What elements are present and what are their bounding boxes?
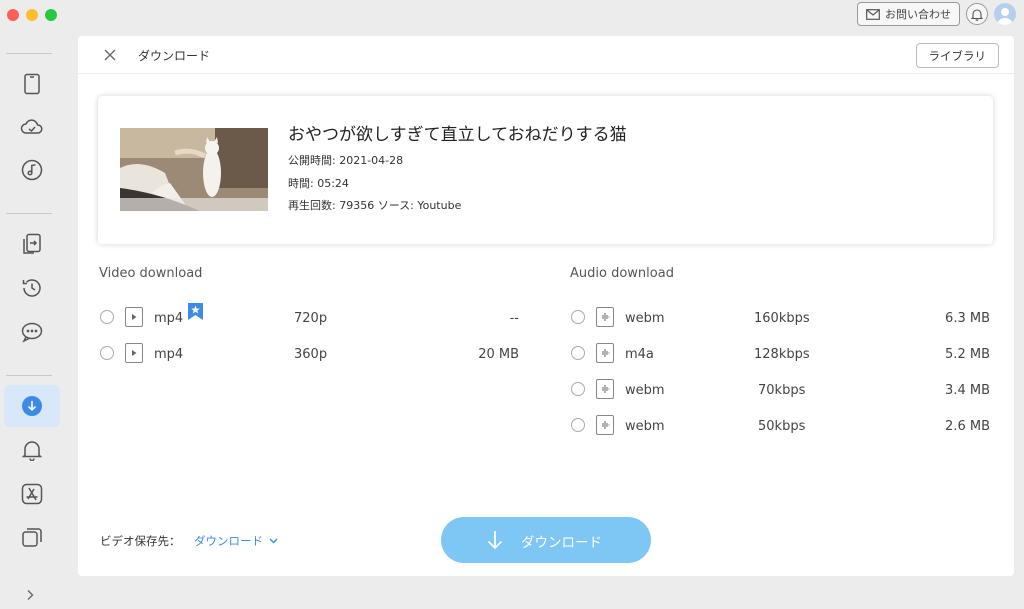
audio-size: 5.2 MB [945,347,990,362]
sidebar-item-transfer[interactable] [4,223,60,265]
save-location-label: ビデオ保存先： [100,534,181,548]
save-location-value: ダウンロード [194,534,263,548]
audio-format: webm [625,311,665,326]
audio-option-radio[interactable] [571,310,585,324]
panel-header: ダウンロード ライブラリ [78,36,1014,74]
window-controls [7,9,57,21]
audio-bitrate: 70kbps [758,383,806,398]
audio-size: 2.6 MB [945,419,990,434]
audio-size: 6.3 MB [945,311,990,326]
contact-label: お問い合わせ [885,8,951,21]
video-info-card: おやつが欲しすぎて直立しておねだりする猫 公開時間: 2021-04-28 時間… [98,96,993,244]
mail-icon [866,8,880,20]
recommended-badge-icon [188,303,203,320]
audio-format: webm [625,419,665,434]
audio-bitrate: 50kbps [758,419,806,434]
sidebar-item-music[interactable] [4,149,60,191]
video-size: -- [509,311,519,326]
audio-bitrate: 128kbps [754,347,810,362]
download-icon [22,396,42,416]
sidebar-item-cloud[interactable] [4,106,60,148]
audio-file-icon [596,379,614,399]
minimize-window-button[interactable] [26,9,38,21]
audio-size: 3.4 MB [945,383,990,398]
video-published: 公開時間: 2021-04-28 [288,154,404,167]
chevron-down-icon [269,538,278,544]
video-size: 20 MB [478,347,519,362]
sidebar-item-device[interactable] [4,63,60,105]
notification-button[interactable] [966,3,988,25]
video-thumbnail[interactable] [120,128,268,211]
video-download-heading: Video download [99,266,203,281]
transfer-icon [23,233,41,254]
bell-icon [22,441,42,461]
sidebar-divider [6,213,52,214]
audio-option-radio[interactable] [571,382,585,396]
audio-format: m4a [625,347,654,362]
video-views-source: 再生回数: 79356 ソース: Youtube [288,199,462,212]
video-file-icon [125,343,143,363]
layers-icon [22,528,42,547]
topbar-actions: お問い合わせ [857,2,1016,26]
video-format: mp4 [154,347,184,362]
audio-option-radio[interactable] [571,418,585,432]
music-icon [21,159,43,181]
audio-option-radio[interactable] [571,346,585,360]
sidebar-item-layers[interactable] [4,516,60,558]
close-window-button[interactable] [7,9,19,21]
video-format: mp4 [154,311,184,326]
video-file-icon [125,307,143,327]
expand-sidebar-chevron-icon[interactable] [25,589,35,601]
audio-file-icon [596,415,614,435]
contact-button[interactable]: お問い合わせ [857,2,960,26]
thumbnail-image [120,128,268,211]
page-title: ダウンロード [138,49,211,63]
download-panel: ダウンロード ライブラリ おやつが欲しすぎて直立しておねだりする猫 公開時間: … [78,36,1014,576]
video-title: おやつが欲しすぎて直立しておねだりする猫 [288,125,627,145]
download-button[interactable]: ダウンロード [441,517,651,563]
sidebar-divider [6,375,52,376]
download-button-label: ダウンロード [521,535,602,551]
library-button[interactable]: ライブラリ [915,43,999,68]
person-icon [997,8,1013,25]
video-quality: 720p [294,311,328,326]
sidebar-divider [6,53,52,54]
sidebar-item-notifications[interactable] [4,429,60,471]
history-icon [22,279,41,297]
appstore-icon [21,483,43,505]
save-location-dropdown[interactable]: ダウンロード [194,533,278,549]
video-option-radio[interactable] [100,346,114,360]
phone-icon [24,73,40,95]
audio-file-icon [596,343,614,363]
audio-bitrate: 160kbps [754,311,810,326]
cloud-icon [20,119,43,134]
audio-file-icon [596,307,614,327]
sidebar-item-appstore[interactable] [4,473,60,515]
zoom-window-button[interactable] [45,9,57,21]
sidebar [0,36,62,609]
download-arrow-icon [487,531,503,550]
chat-icon [21,322,43,343]
audio-download-heading: Audio download [570,266,674,281]
video-option-radio[interactable] [100,310,114,324]
sidebar-item-history[interactable] [4,267,60,309]
sidebar-item-download[interactable] [4,385,60,427]
video-duration: 時間: 05:24 [288,177,349,190]
close-icon[interactable] [102,47,118,63]
user-avatar[interactable] [994,3,1016,25]
sidebar-item-chat[interactable] [4,311,60,353]
audio-format: webm [625,383,665,398]
video-quality: 360p [294,347,328,362]
bell-icon [971,8,983,21]
